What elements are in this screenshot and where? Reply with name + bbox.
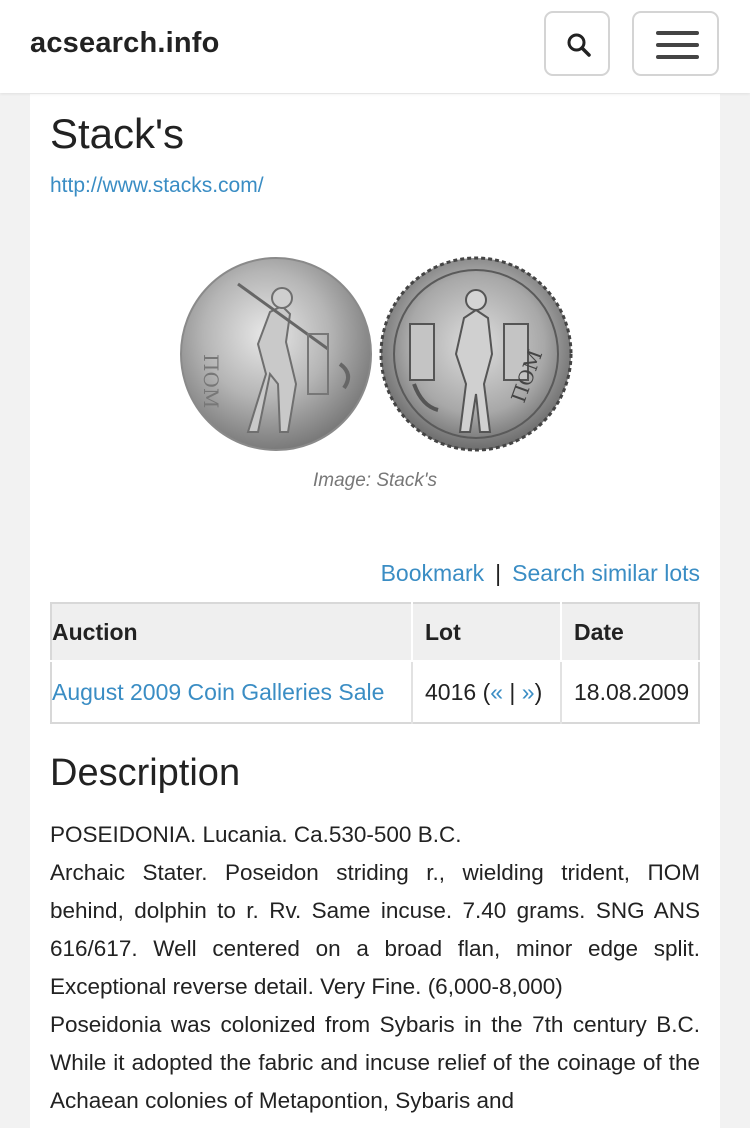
image-caption: Image: Stack's — [312, 470, 437, 491]
description-line: Poseidonia was colonized from Sybaris in… — [50, 1012, 700, 1113]
lot-table: Auction Lot Date August 2009 Coin Galler… — [50, 602, 700, 724]
lot-number: 4016 — [425, 678, 477, 705]
description-line: Archaic Stater. Poseidon striding r., wi… — [50, 860, 700, 999]
navbar: acsearch.info — [0, 0, 750, 93]
table-row: August 2009 Coin Galleries Sale 4016 (« … — [51, 660, 699, 723]
description-line: POSEIDONIA. Lucania. Ca.530-500 B.C. — [50, 822, 462, 847]
svg-text:ΠΟΜ: ΠΟΜ — [199, 354, 223, 408]
lot-detail-panel: Stack's http://www.stacks.com/ ΠΟΜ ΠΟΜ I… — [30, 94, 720, 1128]
description-text: POSEIDONIA. Lucania. Ca.530-500 B.C. Arc… — [50, 816, 700, 1120]
action-separator: | — [495, 560, 502, 586]
column-header-date: Date — [561, 603, 699, 661]
previous-lot-link[interactable]: « — [490, 679, 503, 705]
auction-cell: August 2009 Coin Galleries Sale — [51, 660, 413, 723]
company-website-link[interactable]: http://www.stacks.com/ — [50, 174, 264, 198]
auction-link[interactable]: August 2009 Coin Galleries Sale — [52, 679, 384, 705]
table-header-row: Auction Lot Date — [51, 603, 699, 661]
search-icon — [567, 33, 591, 57]
date-cell: 18.08.2009 — [561, 660, 699, 723]
paren-close: ) — [534, 678, 543, 705]
description-heading: Description — [50, 752, 241, 794]
lot-nav-separator: | — [509, 678, 516, 705]
lot-actions: Bookmark | Search similar lots — [381, 560, 700, 587]
page-title: Stack's — [50, 110, 185, 157]
next-lot-link[interactable]: » — [522, 679, 535, 705]
menu-toggle-button[interactable] — [632, 11, 719, 76]
column-header-auction: Auction — [51, 603, 413, 661]
search-button[interactable] — [544, 11, 610, 76]
search-similar-lots-link[interactable]: Search similar lots — [512, 560, 700, 586]
bookmark-link[interactable]: Bookmark — [381, 560, 485, 586]
coin-image[interactable]: ΠΟΜ ΠΟΜ — [178, 254, 578, 454]
lot-cell: 4016 (« | ») — [412, 660, 562, 723]
column-header-lot: Lot — [412, 603, 562, 661]
brand-logo[interactable]: acsearch.info — [30, 27, 220, 60]
